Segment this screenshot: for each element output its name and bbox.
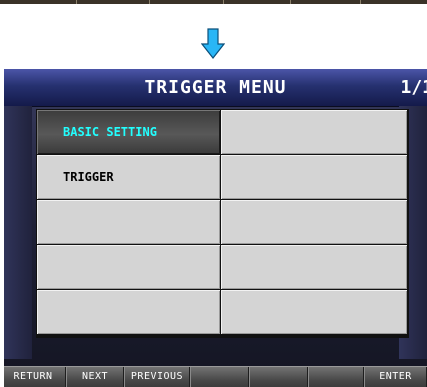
menu-item-empty[interactable]	[221, 290, 407, 334]
function-key-blank[interactable]	[249, 367, 308, 387]
menu-item-empty[interactable]	[221, 155, 407, 199]
previous-button[interactable]: PREVIOUS	[124, 367, 190, 387]
enter-button[interactable]: ENTER	[364, 367, 427, 387]
strip-divider	[290, 0, 291, 4]
page-indicator: 1/1	[400, 77, 427, 98]
menu-item-basic-setting[interactable]: BASIC SETTING	[37, 110, 220, 154]
menu-grid: BASIC SETTING TRIGGER	[36, 109, 409, 338]
title-bar: TRIGGER MENU 1/1	[4, 69, 427, 107]
menu-item-empty[interactable]	[37, 290, 220, 334]
return-button[interactable]: RETURN	[4, 367, 66, 387]
function-key-bar: RETURN NEXT PREVIOUS ENTER	[4, 366, 427, 387]
top-strip	[0, 0, 427, 4]
menu-item-empty[interactable]	[221, 200, 407, 244]
strip-divider	[223, 0, 224, 4]
device-screen: TRIGGER MENU 1/1 BASIC SETTING TRIGGER R…	[4, 69, 427, 387]
strip-divider	[360, 0, 361, 4]
strip-divider	[149, 0, 150, 4]
arrow-down-icon	[201, 28, 225, 59]
next-button[interactable]: NEXT	[66, 367, 124, 387]
menu-item-empty[interactable]	[37, 200, 220, 244]
menu-item-empty[interactable]	[221, 110, 407, 154]
function-key-blank[interactable]	[190, 367, 249, 387]
left-bevel	[4, 106, 32, 359]
function-key-blank[interactable]	[308, 367, 364, 387]
menu-item-trigger[interactable]: TRIGGER	[37, 155, 220, 199]
page-title: TRIGGER MENU	[144, 77, 287, 98]
strip-divider	[76, 0, 77, 4]
menu-item-empty[interactable]	[37, 245, 220, 289]
menu-item-empty[interactable]	[221, 245, 407, 289]
